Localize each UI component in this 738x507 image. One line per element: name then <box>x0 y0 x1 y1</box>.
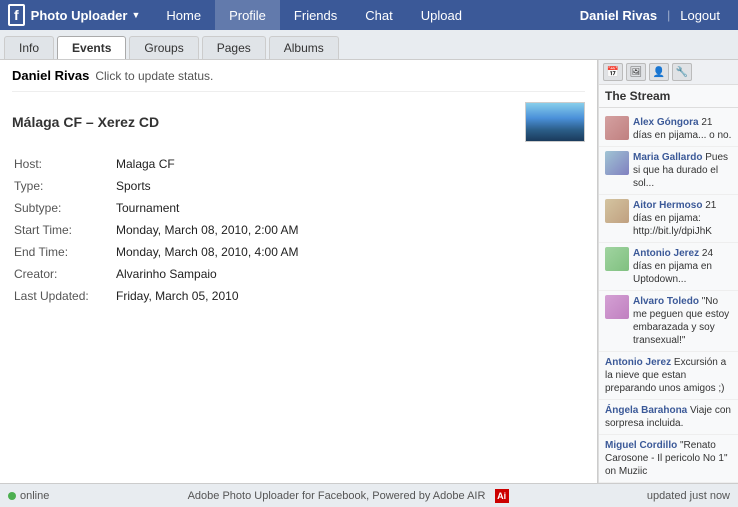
updated-value: Friday, March 05, 2010 <box>116 286 583 306</box>
sidebar-tool-user[interactable]: 👤 <box>649 63 669 81</box>
avatar <box>605 295 629 319</box>
tab-info[interactable]: Info <box>4 36 54 59</box>
creator-label: Creator: <box>14 264 114 284</box>
stream-item: Miguel Cordillo "Renato Carosone - Il pe… <box>599 435 738 483</box>
top-nav-bar: f Photo Uploader ▼ Home Profile Friends … <box>0 0 738 30</box>
end-label: End Time: <box>14 242 114 262</box>
facebook-logo: f <box>8 4 25 26</box>
avatar <box>605 247 629 271</box>
sidebar-tool-calendar[interactable]: 📅 <box>603 63 623 81</box>
subtype-value: Tournament <box>116 198 583 218</box>
stream-name[interactable]: Miguel Cordillo <box>605 440 677 451</box>
stream-name[interactable]: Antonio Jerez <box>633 248 699 259</box>
status-click-text[interactable]: Click to update status. <box>95 69 213 83</box>
app-dropdown-arrow[interactable]: ▼ <box>131 10 140 20</box>
table-row: Subtype: Tournament <box>14 198 583 218</box>
event-header: Málaga CF – Xerez CD <box>12 102 585 142</box>
table-row: Start Time: Monday, March 08, 2010, 2:00… <box>14 220 583 240</box>
nav-home[interactable]: Home <box>152 0 215 30</box>
table-row: Last Updated: Friday, March 05, 2010 <box>14 286 583 306</box>
sidebar-tool-settings[interactable]: 🔧 <box>672 63 692 81</box>
table-row: Type: Sports <box>14 176 583 196</box>
stream-item: Antonio Jerez 24 días en pijama en Uptod… <box>599 243 738 291</box>
bottom-bar: online Adobe Photo Uploader for Facebook… <box>0 483 738 507</box>
logout-button[interactable]: Logout <box>670 8 730 23</box>
creator-value: Alvarinho Sampaio <box>116 264 583 284</box>
start-value: Monday, March 08, 2010, 2:00 AM <box>116 220 583 240</box>
bottom-center-text: Adobe Photo Uploader for Facebook, Power… <box>49 489 646 503</box>
table-row: Creator: Alvarinho Sampaio <box>14 264 583 284</box>
stream-name[interactable]: Alvaro Toledo <box>633 296 699 307</box>
tab-groups[interactable]: Groups <box>129 36 198 59</box>
main-layout: Daniel Rivas Click to update status. Mál… <box>0 60 738 483</box>
sidebar-title: The Stream <box>599 85 738 108</box>
app-title: Photo Uploader <box>31 8 128 23</box>
nav-chat[interactable]: Chat <box>351 0 406 30</box>
table-row: Host: Malaga CF <box>14 154 583 174</box>
subtype-label: Subtype: <box>14 198 114 218</box>
event-title: Málaga CF – Xerez CD <box>12 114 159 130</box>
stream-text: Antonio Jerez 24 días en pijama en Uptod… <box>633 247 732 286</box>
nav-links: Home Profile Friends Chat Upload <box>152 0 569 30</box>
stream-text: Alex Góngora 21 días en pijama... o no. <box>633 116 732 142</box>
event-details-table: Host: Malaga CF Type: Sports Subtype: To… <box>12 152 585 308</box>
stream-name[interactable]: Ángela Barahona <box>605 405 687 416</box>
event-thumbnail-image <box>526 103 584 141</box>
stream-name[interactable]: Antonio Jerez <box>605 357 671 368</box>
adobe-logo: Ai <box>495 489 509 503</box>
tab-pages[interactable]: Pages <box>202 36 266 59</box>
nav-friends[interactable]: Friends <box>280 0 351 30</box>
right-sidebar: 📅 🖼 👤 🔧 The Stream Alex Góngora 21 días … <box>598 60 738 483</box>
stream-item: Antonio Jerez Excursión a la nieve que e… <box>599 352 738 400</box>
avatar <box>605 151 629 175</box>
user-name: Daniel Rivas <box>570 8 667 23</box>
stream-item: Aitor Hermoso 21 días en pijama: http://… <box>599 195 738 243</box>
stream-name[interactable]: Maria Gallardo <box>633 152 702 163</box>
stream-items: Alex Góngora 21 días en pijama... o no. … <box>599 108 738 483</box>
bottom-right: updated just now <box>647 490 730 502</box>
stream-text: Maria Gallardo Pues si que ha durado el … <box>633 151 732 190</box>
stream-name[interactable]: Aitor Hermoso <box>633 200 702 211</box>
center-label: Adobe Photo Uploader for Facebook, Power… <box>188 490 486 502</box>
status-line: Daniel Rivas Click to update status. <box>12 68 585 92</box>
online-status: online <box>20 490 49 502</box>
updated-text: updated just now <box>647 490 730 502</box>
start-label: Start Time: <box>14 220 114 240</box>
avatar <box>605 116 629 140</box>
stream-item: Alex Góngora 21 días en pijama... o no. <box>599 112 738 147</box>
left-content: Daniel Rivas Click to update status. Mál… <box>0 60 598 483</box>
status-user-name: Daniel Rivas <box>12 68 89 83</box>
stream-text: Aitor Hermoso 21 días en pijama: http://… <box>633 199 732 238</box>
event-block: Málaga CF – Xerez CD Host: Malaga CF Typ… <box>12 102 585 308</box>
host-value: Malaga CF <box>116 154 583 174</box>
stream-item: Alvaro Toledo "No me peguen que estoy em… <box>599 291 738 352</box>
stream-text: Alvaro Toledo "No me peguen que estoy em… <box>633 295 732 347</box>
tab-albums[interactable]: Albums <box>269 36 339 59</box>
avatar <box>605 199 629 223</box>
type-value: Sports <box>116 176 583 196</box>
end-value: Monday, March 08, 2010, 4:00 AM <box>116 242 583 262</box>
sidebar-toolbar: 📅 🖼 👤 🔧 <box>599 60 738 85</box>
online-indicator <box>8 492 16 500</box>
tabs-bar: Info Events Groups Pages Albums <box>0 30 738 60</box>
sidebar-tool-image[interactable]: 🖼 <box>626 63 646 81</box>
tab-events[interactable]: Events <box>57 36 126 59</box>
host-label: Host: <box>14 154 114 174</box>
event-thumbnail <box>525 102 585 142</box>
table-row: End Time: Monday, March 08, 2010, 4:00 A… <box>14 242 583 262</box>
stream-name[interactable]: Alex Góngora <box>633 117 699 128</box>
type-label: Type: <box>14 176 114 196</box>
nav-upload[interactable]: Upload <box>407 0 476 30</box>
updated-label: Last Updated: <box>14 286 114 306</box>
nav-profile[interactable]: Profile <box>215 0 280 30</box>
stream-item: Maria Gallardo Pues si que ha durado el … <box>599 147 738 195</box>
nav-right: Daniel Rivas | Logout <box>570 8 730 23</box>
stream-item: Ángela Barahona Viaje con sorpresa inclu… <box>599 400 738 435</box>
